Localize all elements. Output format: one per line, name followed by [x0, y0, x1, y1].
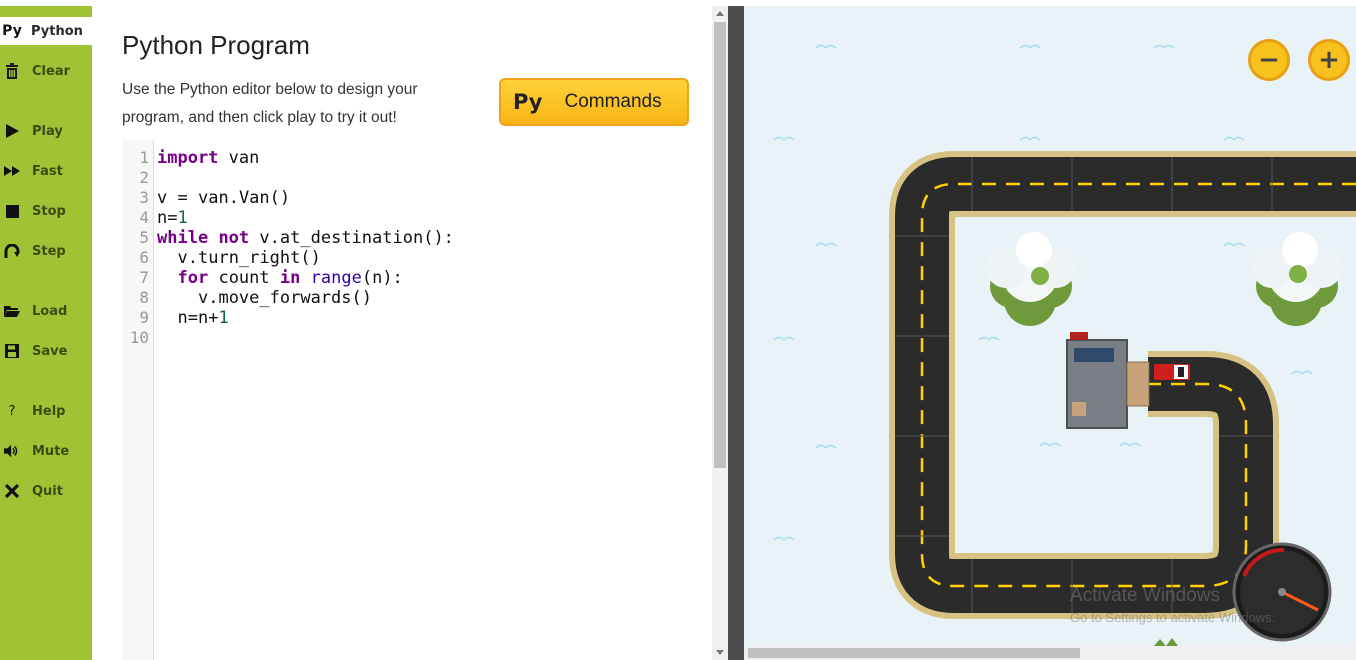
sidebar-item-label: Help [32, 403, 66, 419]
code-line[interactable]: v = van.Van() [157, 188, 290, 208]
panel-divider[interactable] [728, 6, 744, 660]
code-line[interactable]: while not v.at_destination(): [157, 228, 454, 248]
sidebar-item-stop[interactable]: Stop [0, 197, 92, 225]
line-number: 4 [139, 208, 149, 227]
sidebar-item-load[interactable]: Load [0, 297, 92, 325]
floppy-icon [4, 344, 20, 358]
speaker-icon [4, 444, 20, 458]
sidebar: Py Python Clear Play Fast Stop Step Load… [0, 6, 92, 660]
play-icon [4, 124, 20, 138]
sidebar-item-label: Load [32, 303, 68, 319]
sidebar-item-label: Quit [32, 483, 63, 499]
sidebar-item-label: Python [31, 23, 83, 39]
game-canvas[interactable]: − + Activate Windows Go to Settings to a… [744, 6, 1356, 646]
sidebar-item-quit[interactable]: Quit [0, 477, 92, 505]
code-line[interactable]: v.turn_right() [157, 248, 320, 268]
instructions-text: Use the Python editor below to design yo… [122, 81, 418, 126]
scroll-up-arrow-icon[interactable] [716, 11, 724, 16]
code-line[interactable]: n=1 [157, 208, 188, 228]
van [1154, 364, 1190, 380]
activation-watermark-title: Activate Windows [1070, 585, 1220, 606]
line-number: 5 [139, 228, 149, 247]
help-icon: ? [8, 403, 16, 419]
program-panel: Python Program Use the Python editor bel… [92, 6, 712, 660]
code-editor[interactable]: 1 2 3 4 5 6 7 8 9 10 import van v = van.Van() n=1 wh… [122, 140, 712, 660]
zoom-out-button[interactable]: − [1248, 39, 1290, 81]
code-line[interactable]: for count in range(n): [157, 268, 402, 288]
code-line[interactable]: import van [157, 148, 259, 168]
sidebar-item-label: Step [32, 243, 66, 259]
hedge [1154, 638, 1178, 646]
sidebar-item-python[interactable]: Py Python [0, 17, 92, 45]
editor-scrollbar[interactable] [712, 6, 728, 660]
code-line[interactable]: v.move_forwards() [157, 288, 372, 308]
folder-icon [4, 305, 20, 317]
zoom-in-button[interactable]: + [1308, 39, 1350, 81]
step-icon [4, 244, 20, 258]
page-title: Python Program [122, 30, 310, 60]
game-horizontal-scrollbar[interactable] [744, 646, 1356, 660]
tree [1252, 232, 1342, 326]
line-number: 9 [139, 308, 149, 327]
sidebar-item-label: Mute [32, 443, 70, 459]
tree [986, 232, 1076, 326]
sidebar-item-help[interactable]: ? Help [0, 397, 92, 425]
python-icon: Py [513, 90, 543, 114]
speedometer-icon [1232, 542, 1332, 642]
sidebar-item-clear[interactable]: Clear [0, 57, 92, 85]
trash-icon [4, 63, 20, 79]
code-line[interactable]: n=n+1 [157, 308, 228, 328]
activation-watermark-subtitle: Go to Settings to activate Windows. [1070, 610, 1276, 625]
scrollbar-thumb[interactable] [748, 648, 1080, 658]
line-number: 10 [129, 328, 149, 347]
line-number: 1 [139, 148, 149, 167]
sidebar-item-label: Fast [32, 163, 63, 179]
commands-button[interactable]: Py Commands [499, 78, 689, 126]
line-number: 2 [139, 168, 149, 187]
scrollbar-thumb[interactable] [714, 22, 726, 468]
commands-button-label: Commands [564, 91, 662, 112]
line-number: 3 [139, 188, 149, 207]
house [1066, 332, 1150, 429]
game-map [773, 44, 1356, 646]
sidebar-item-label: Play [32, 123, 63, 139]
sidebar-item-label: Clear [32, 63, 70, 79]
line-number: 8 [139, 288, 149, 307]
sidebar-item-mute[interactable]: Mute [0, 437, 92, 465]
line-number: 7 [139, 268, 149, 287]
python-icon: Py [2, 23, 22, 39]
sidebar-item-save[interactable]: Save [0, 337, 92, 365]
line-number-gutter: 1 2 3 4 5 6 7 8 9 10 [122, 140, 154, 660]
fast-forward-icon [4, 166, 20, 176]
line-number: 6 [139, 248, 149, 267]
close-icon [4, 484, 20, 498]
scroll-down-arrow-icon[interactable] [716, 650, 724, 655]
sidebar-item-fast[interactable]: Fast [0, 157, 92, 185]
sidebar-item-step[interactable]: Step [0, 237, 92, 265]
sidebar-item-play[interactable]: Play [0, 117, 92, 145]
sidebar-item-label: Save [32, 343, 68, 359]
stop-icon [4, 204, 20, 218]
sidebar-item-label: Stop [32, 203, 66, 219]
